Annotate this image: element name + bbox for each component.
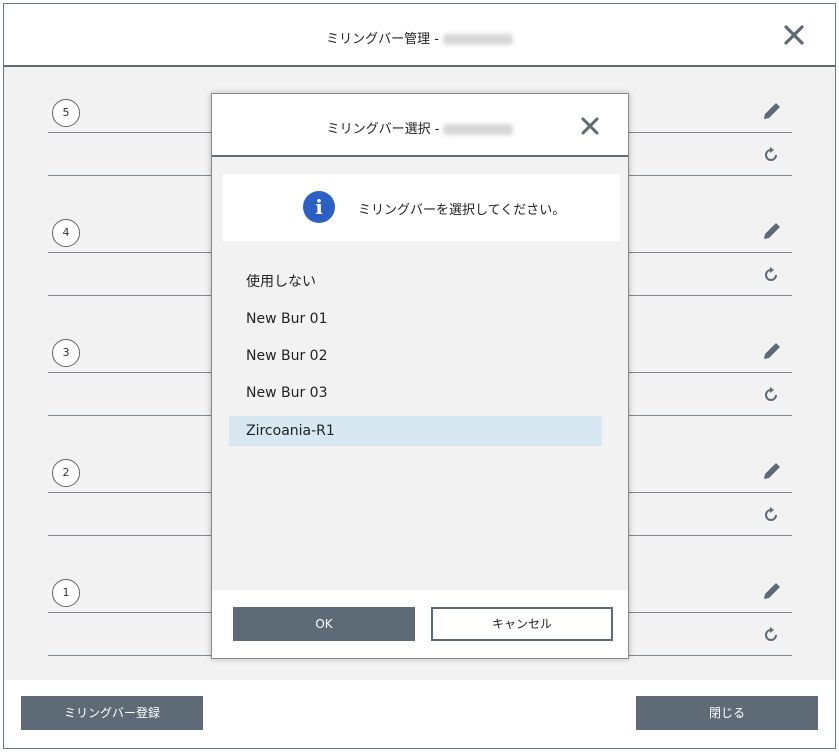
dialog-title-text: ミリングバー選択 - <box>326 122 440 137</box>
info-message-box: i ミリングバーを選択してください。 <box>223 174 620 241</box>
window-title: ミリングバー管理 - <box>4 28 835 47</box>
pencil-icon[interactable] <box>760 99 784 123</box>
pencil-icon[interactable] <box>760 459 784 483</box>
pencil-icon[interactable] <box>760 219 784 243</box>
info-icon: i <box>303 191 335 223</box>
register-milling-bar-button[interactable]: ミリングバー登録 <box>21 696 203 730</box>
redacted-serial <box>442 34 513 45</box>
refresh-icon[interactable] <box>762 386 780 404</box>
pencil-icon[interactable] <box>760 579 784 603</box>
window-header: ミリングバー管理 - <box>4 4 835 67</box>
ok-button[interactable]: OK <box>233 607 415 641</box>
refresh-icon[interactable] <box>762 506 780 524</box>
slot-number-badge: 3 <box>52 339 80 367</box>
window-title-text: ミリングバー管理 - <box>326 32 439 47</box>
list-item[interactable]: New Bur 01 <box>229 301 602 338</box>
dialog-title: ミリングバー選択 - <box>212 118 628 137</box>
info-message: ミリングバーを選択してください。 <box>358 203 566 218</box>
slot-number-badge: 2 <box>52 459 80 487</box>
refresh-icon[interactable] <box>762 626 780 644</box>
milling-bar-list: 使用しない New Bur 01 New Bur 02 New Bur 03 Z… <box>229 264 602 446</box>
slot-number-badge: 4 <box>52 219 80 247</box>
close-icon[interactable] <box>580 116 600 136</box>
list-item[interactable]: 使用しない <box>229 264 602 301</box>
close-icon[interactable] <box>783 24 805 46</box>
close-button[interactable]: 閉じる <box>636 696 818 730</box>
refresh-icon[interactable] <box>762 146 780 164</box>
redacted-serial <box>443 124 514 135</box>
milling-bar-select-dialog: ミリングバー選択 - i ミリングバーを選択してください。 使用しない New … <box>211 93 629 659</box>
slot-number-badge: 5 <box>52 99 80 127</box>
cancel-button[interactable]: キャンセル <box>431 607 613 641</box>
list-item[interactable]: New Bur 03 <box>229 375 602 412</box>
list-item-selected[interactable]: Zircoania-R1 <box>229 416 602 446</box>
slot-number-badge: 1 <box>52 579 80 607</box>
dialog-header: ミリングバー選択 - <box>212 94 628 157</box>
window-footer: ミリングバー登録 閉じる <box>4 680 835 748</box>
dialog-footer: OK キャンセル <box>212 590 628 658</box>
list-item[interactable]: New Bur 02 <box>229 338 602 375</box>
refresh-icon[interactable] <box>762 266 780 284</box>
pencil-icon[interactable] <box>760 339 784 363</box>
